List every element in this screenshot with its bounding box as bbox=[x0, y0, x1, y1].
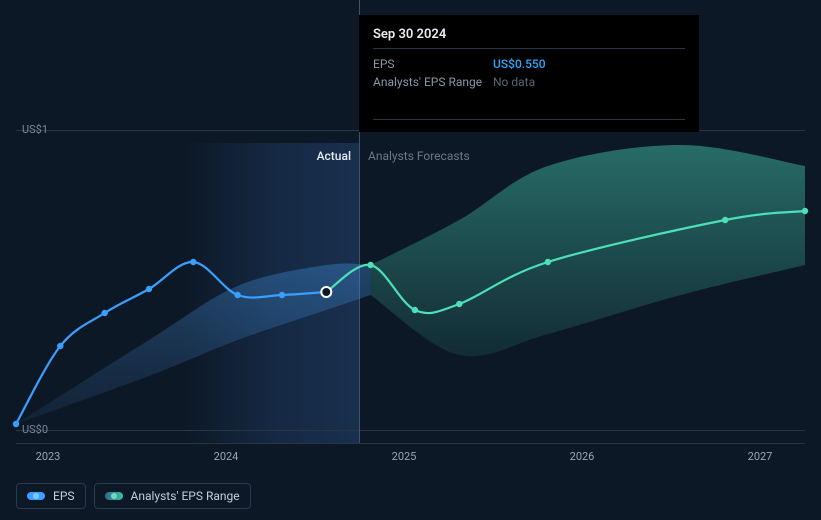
x-tick-2026: 2026 bbox=[570, 450, 595, 463]
eps-range-band-past bbox=[16, 263, 371, 424]
legend: EPS Analysts' EPS Range bbox=[16, 483, 251, 509]
x-tick-2023: 2023 bbox=[36, 450, 61, 463]
legend-swatch-range bbox=[105, 492, 123, 500]
legend-swatch-eps bbox=[27, 492, 45, 500]
tooltip-row-range: Analysts' EPS Range No data bbox=[373, 73, 685, 91]
tooltip-date: Sep 30 2024 bbox=[373, 27, 685, 49]
tooltip-divider bbox=[373, 119, 685, 120]
legend-item-eps[interactable]: EPS bbox=[16, 483, 86, 509]
highlight-marker bbox=[321, 287, 331, 297]
tooltip-row-eps: EPS US$0.550 bbox=[373, 55, 685, 73]
x-tick-2027: 2027 bbox=[748, 450, 773, 463]
x-axis-ticks: 2023 2024 2025 2026 2027 bbox=[16, 450, 805, 466]
legend-item-range[interactable]: Analysts' EPS Range bbox=[94, 483, 251, 509]
tooltip-val-eps: US$0.550 bbox=[493, 55, 546, 73]
legend-label-range: Analysts' EPS Range bbox=[131, 489, 240, 503]
tooltip-key-range: Analysts' EPS Range bbox=[373, 73, 493, 91]
tooltip-val-range: No data bbox=[493, 73, 535, 91]
x-axis-line bbox=[16, 443, 805, 444]
tooltip-key-eps: EPS bbox=[373, 55, 493, 73]
chart-tooltip: Sep 30 2024 EPS US$0.550 Analysts' EPS R… bbox=[359, 15, 699, 132]
legend-label-eps: EPS bbox=[53, 489, 75, 503]
x-tick-2024: 2024 bbox=[214, 450, 239, 463]
x-tick-2025: 2025 bbox=[392, 450, 417, 463]
